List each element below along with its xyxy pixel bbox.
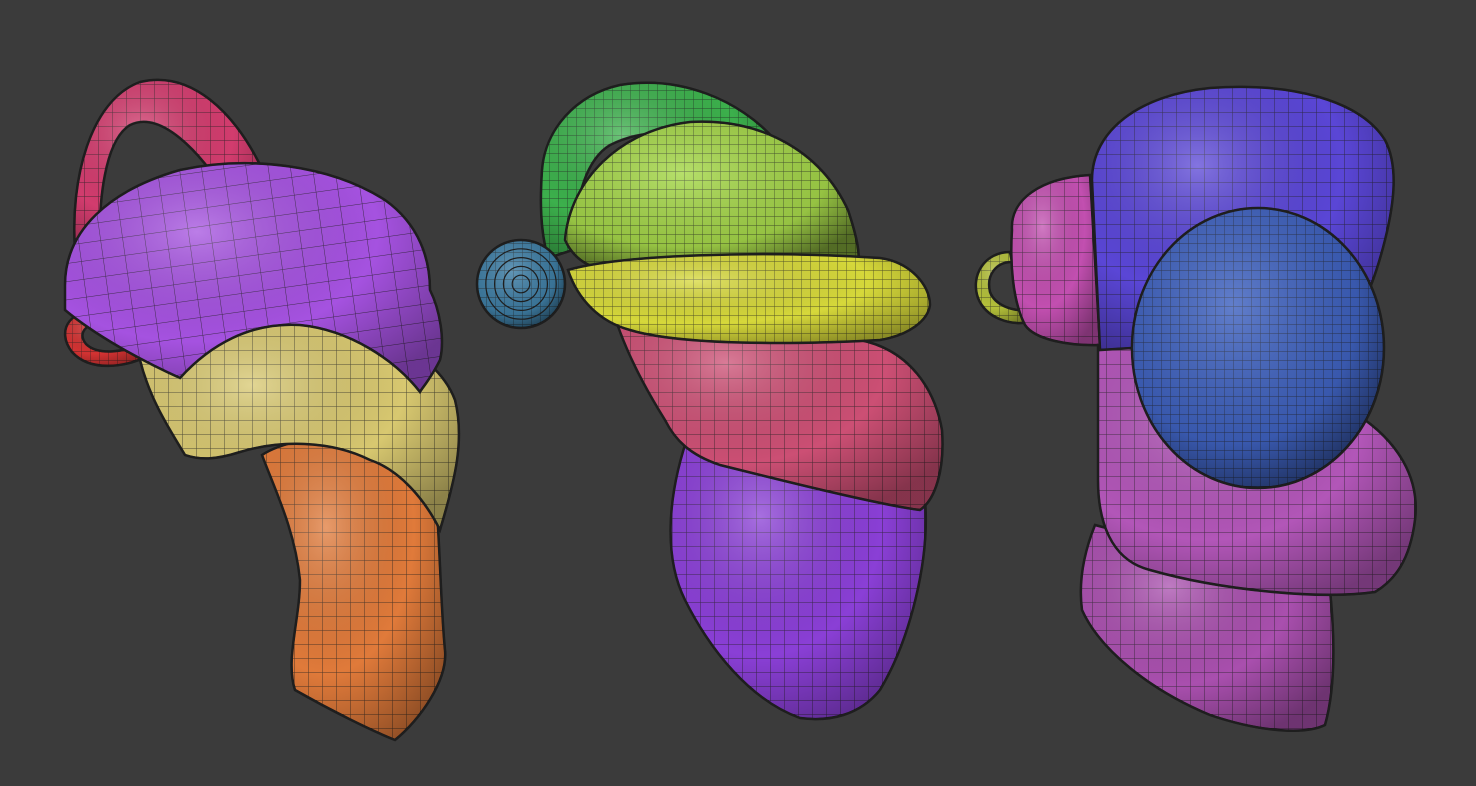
- viewport-canvas: [0, 0, 1476, 786]
- pauldron-front-view: [475, 81, 944, 721]
- side-flap-shading: [1010, 173, 1102, 347]
- render-scene: [63, 78, 1417, 742]
- pauldron-left-view: [63, 78, 461, 742]
- rivet-disc-shading: [476, 239, 566, 329]
- rivet-disc: [475, 238, 567, 330]
- pauldron-side-view: [974, 85, 1417, 732]
- dome-shading: [1131, 207, 1385, 489]
- side-flap: [1010, 173, 1102, 347]
